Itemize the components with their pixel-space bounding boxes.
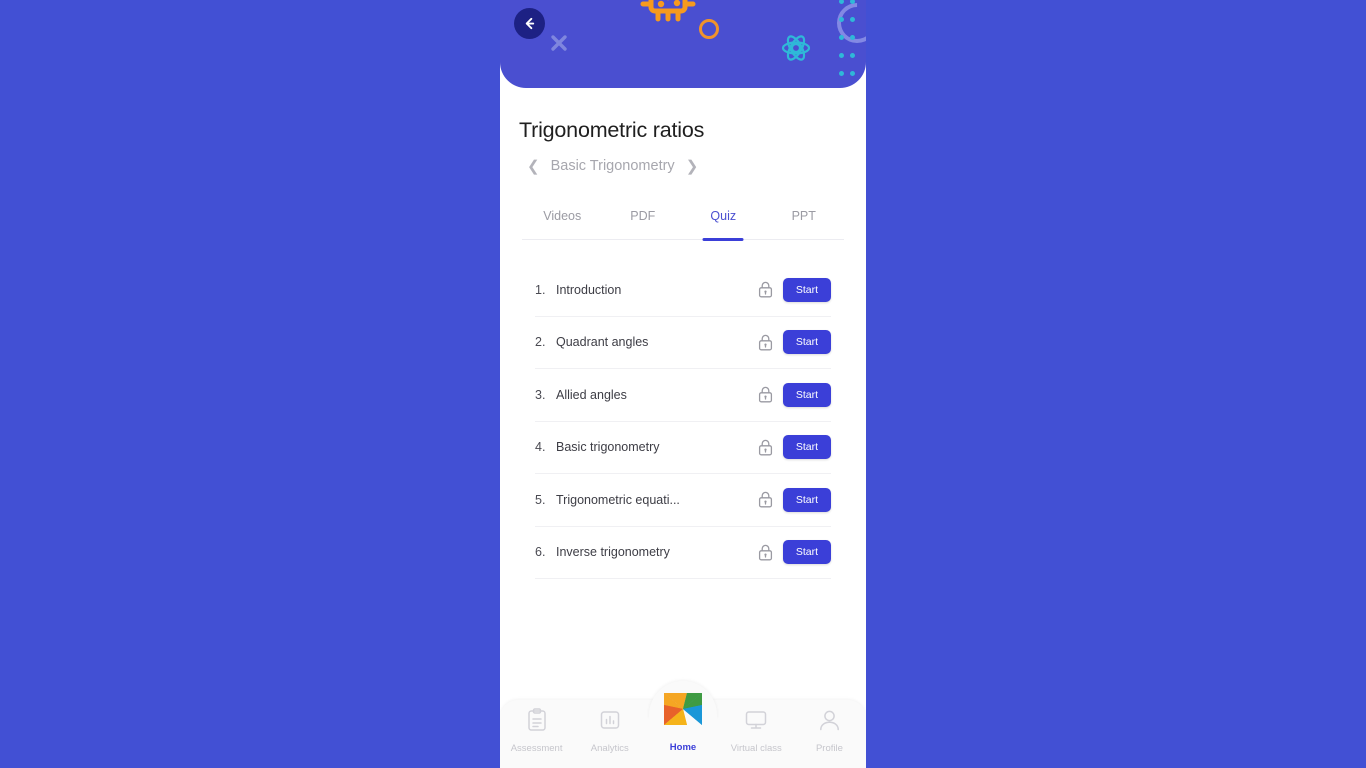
lock-icon [749,281,783,298]
tab-ppt[interactable]: PPT [764,209,845,239]
nav-label: Assessment [510,743,563,754]
lock-icon [749,491,783,508]
quiz-row-number: 4. [535,440,546,455]
bottom-navigation: Assessment Analytics Home Virtual class … [500,681,866,768]
nav-item-virtual-class[interactable]: Virtual class [720,708,793,754]
screen-root: Trigonometric ratios ❮ Basic Trigonometr… [0,0,1366,768]
nav-label: Analytics [590,743,629,754]
dot-grid-shape [836,0,866,84]
back-button[interactable] [514,8,545,39]
tab-pdf[interactable]: PDF [603,209,684,239]
x-mark-shape [550,34,568,57]
nav-label: Virtual class [730,743,782,754]
header-banner [500,0,866,88]
tab-bar: Videos PDF Quiz PPT [522,209,844,240]
person-icon [818,708,841,737]
quiz-row-title: Introduction [556,282,622,297]
bar-chart-icon [599,708,621,737]
circle-outline-shape [699,19,719,39]
quiz-list: 1. Introduction Start 2. Quadrant angles… [535,264,831,579]
quiz-row[interactable]: 5. Trigonometric equati... Start [535,474,831,527]
tab-quiz[interactable]: Quiz [683,209,764,239]
lock-icon [749,386,783,403]
page-title: Trigonometric ratios [519,118,705,142]
quiz-row-number: 3. [535,387,546,402]
nav-item-home[interactable]: Home [646,689,719,753]
nav-item-assessment[interactable]: Assessment [500,708,573,754]
quiz-row-title: Inverse trigonometry [556,545,670,560]
quiz-row-title: Quadrant angles [556,335,649,350]
quiz-row-number: 6. [535,545,546,560]
start-button[interactable]: Start [782,540,831,565]
breadcrumb-next-icon[interactable]: ❯ [686,159,699,174]
quiz-row[interactable]: 6. Inverse trigonometry Start [535,527,831,579]
quiz-row-number: 1. [535,282,546,297]
app-logo-icon [661,689,705,734]
quiz-row-number: 2. [535,335,546,350]
phone-viewport: Trigonometric ratios ❮ Basic Trigonometr… [500,0,866,768]
quiz-row[interactable]: 2. Quadrant angles Start [535,317,831,369]
tab-videos[interactable]: Videos [522,209,603,239]
start-button[interactable]: Start [782,277,831,302]
breadcrumb[interactable]: ❮ Basic Trigonometry ❯ [527,158,866,174]
start-button[interactable]: Start [782,382,831,407]
lock-icon [749,334,783,351]
quiz-row-title: Basic trigonometry [556,440,660,455]
quiz-row-number: 5. [535,492,546,507]
lock-icon [749,439,783,456]
clipboard-icon [526,708,548,737]
monitor-icon [744,708,768,737]
breadcrumb-label: Basic Trigonometry [550,158,675,174]
start-button[interactable]: Start [782,435,831,460]
nav-item-analytics[interactable]: Analytics [573,708,646,754]
quiz-row[interactable]: 4. Basic trigonometry Start [535,422,831,474]
microchip-icon [634,0,702,33]
breadcrumb-prev-icon[interactable]: ❮ [527,159,540,174]
lock-icon [749,544,783,561]
nav-item-profile[interactable]: Profile [793,708,866,754]
nav-label: Home [669,742,697,753]
quiz-row-title: Allied angles [556,387,627,402]
start-button[interactable]: Start [782,487,831,512]
nav-label: Profile [815,743,843,754]
quiz-row[interactable]: 1. Introduction Start [535,264,831,317]
quiz-row[interactable]: 3. Allied angles Start [535,369,831,422]
quiz-row-title: Trigonometric equati... [556,492,680,507]
content-area: Trigonometric ratios ❮ Basic Trigonometr… [500,88,866,579]
atom-icon [780,32,812,69]
start-button[interactable]: Start [782,330,831,355]
